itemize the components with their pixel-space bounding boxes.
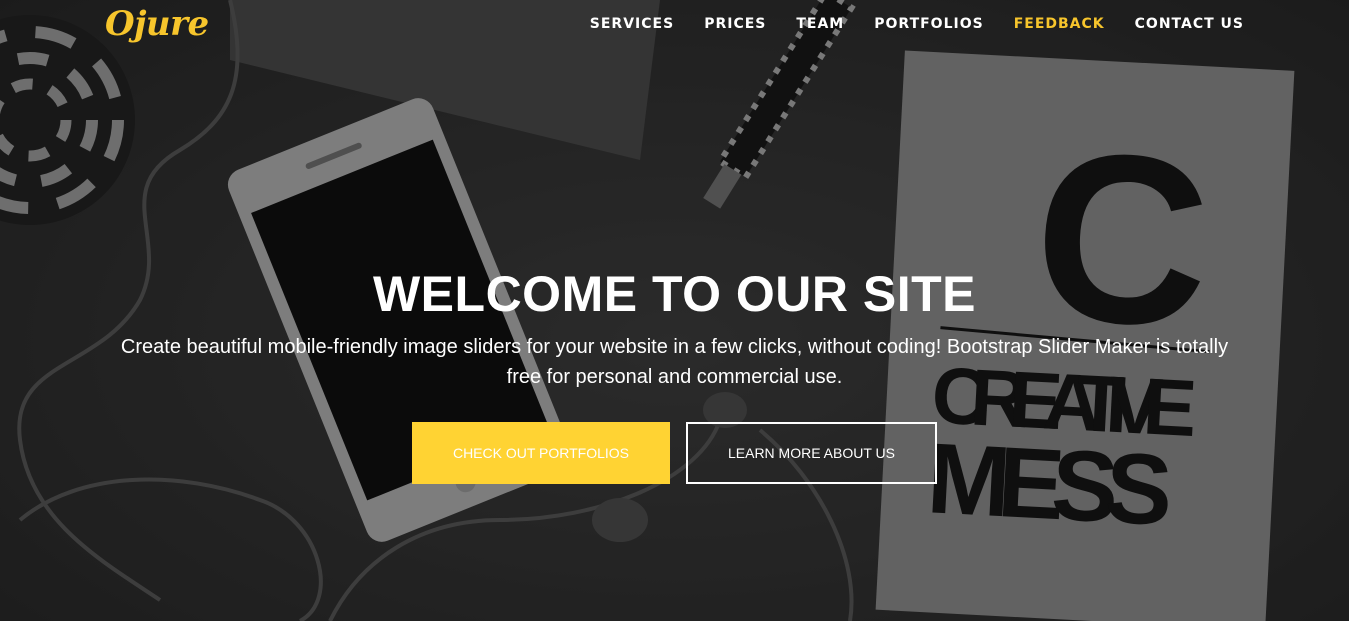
nav-item-services[interactable]: SERVICES — [590, 16, 674, 32]
hero-buttons: CHECK OUT PORTFOLIOS LEARN MORE ABOUT US — [0, 422, 1349, 484]
check-out-portfolios-button[interactable]: CHECK OUT PORTFOLIOS — [412, 422, 670, 484]
hero-description: Create beautiful mobile-friendly image s… — [120, 336, 1229, 388]
nav-item-prices[interactable]: PRICES — [704, 16, 766, 32]
learn-more-about-us-button[interactable]: LEARN MORE ABOUT US — [686, 422, 937, 484]
nav-item-feedback[interactable]: FEEDBACK — [1014, 16, 1105, 32]
nav-item-contact-us[interactable]: CONTACT US — [1135, 16, 1244, 32]
top-navbar: Ojure SERVICES PRICES TEAM PORTFOLIOS FE… — [0, 0, 1349, 50]
hero-content: WELCOME TO OUR SITE Create beautiful mob… — [0, 262, 1349, 484]
nav-menu: SERVICES PRICES TEAM PORTFOLIOS FEEDBACK… — [590, 16, 1244, 32]
nav-item-portfolios[interactable]: PORTFOLIOS — [874, 16, 983, 32]
nav-item-team[interactable]: TEAM — [796, 16, 844, 32]
hero-section: C CREATIVE MESS Ojure SERVICES PRICES TE… — [0, 0, 1349, 621]
hero-title: WELCOME TO OUR SITE — [372, 266, 977, 322]
site-logo[interactable]: Ojure — [105, 4, 209, 44]
